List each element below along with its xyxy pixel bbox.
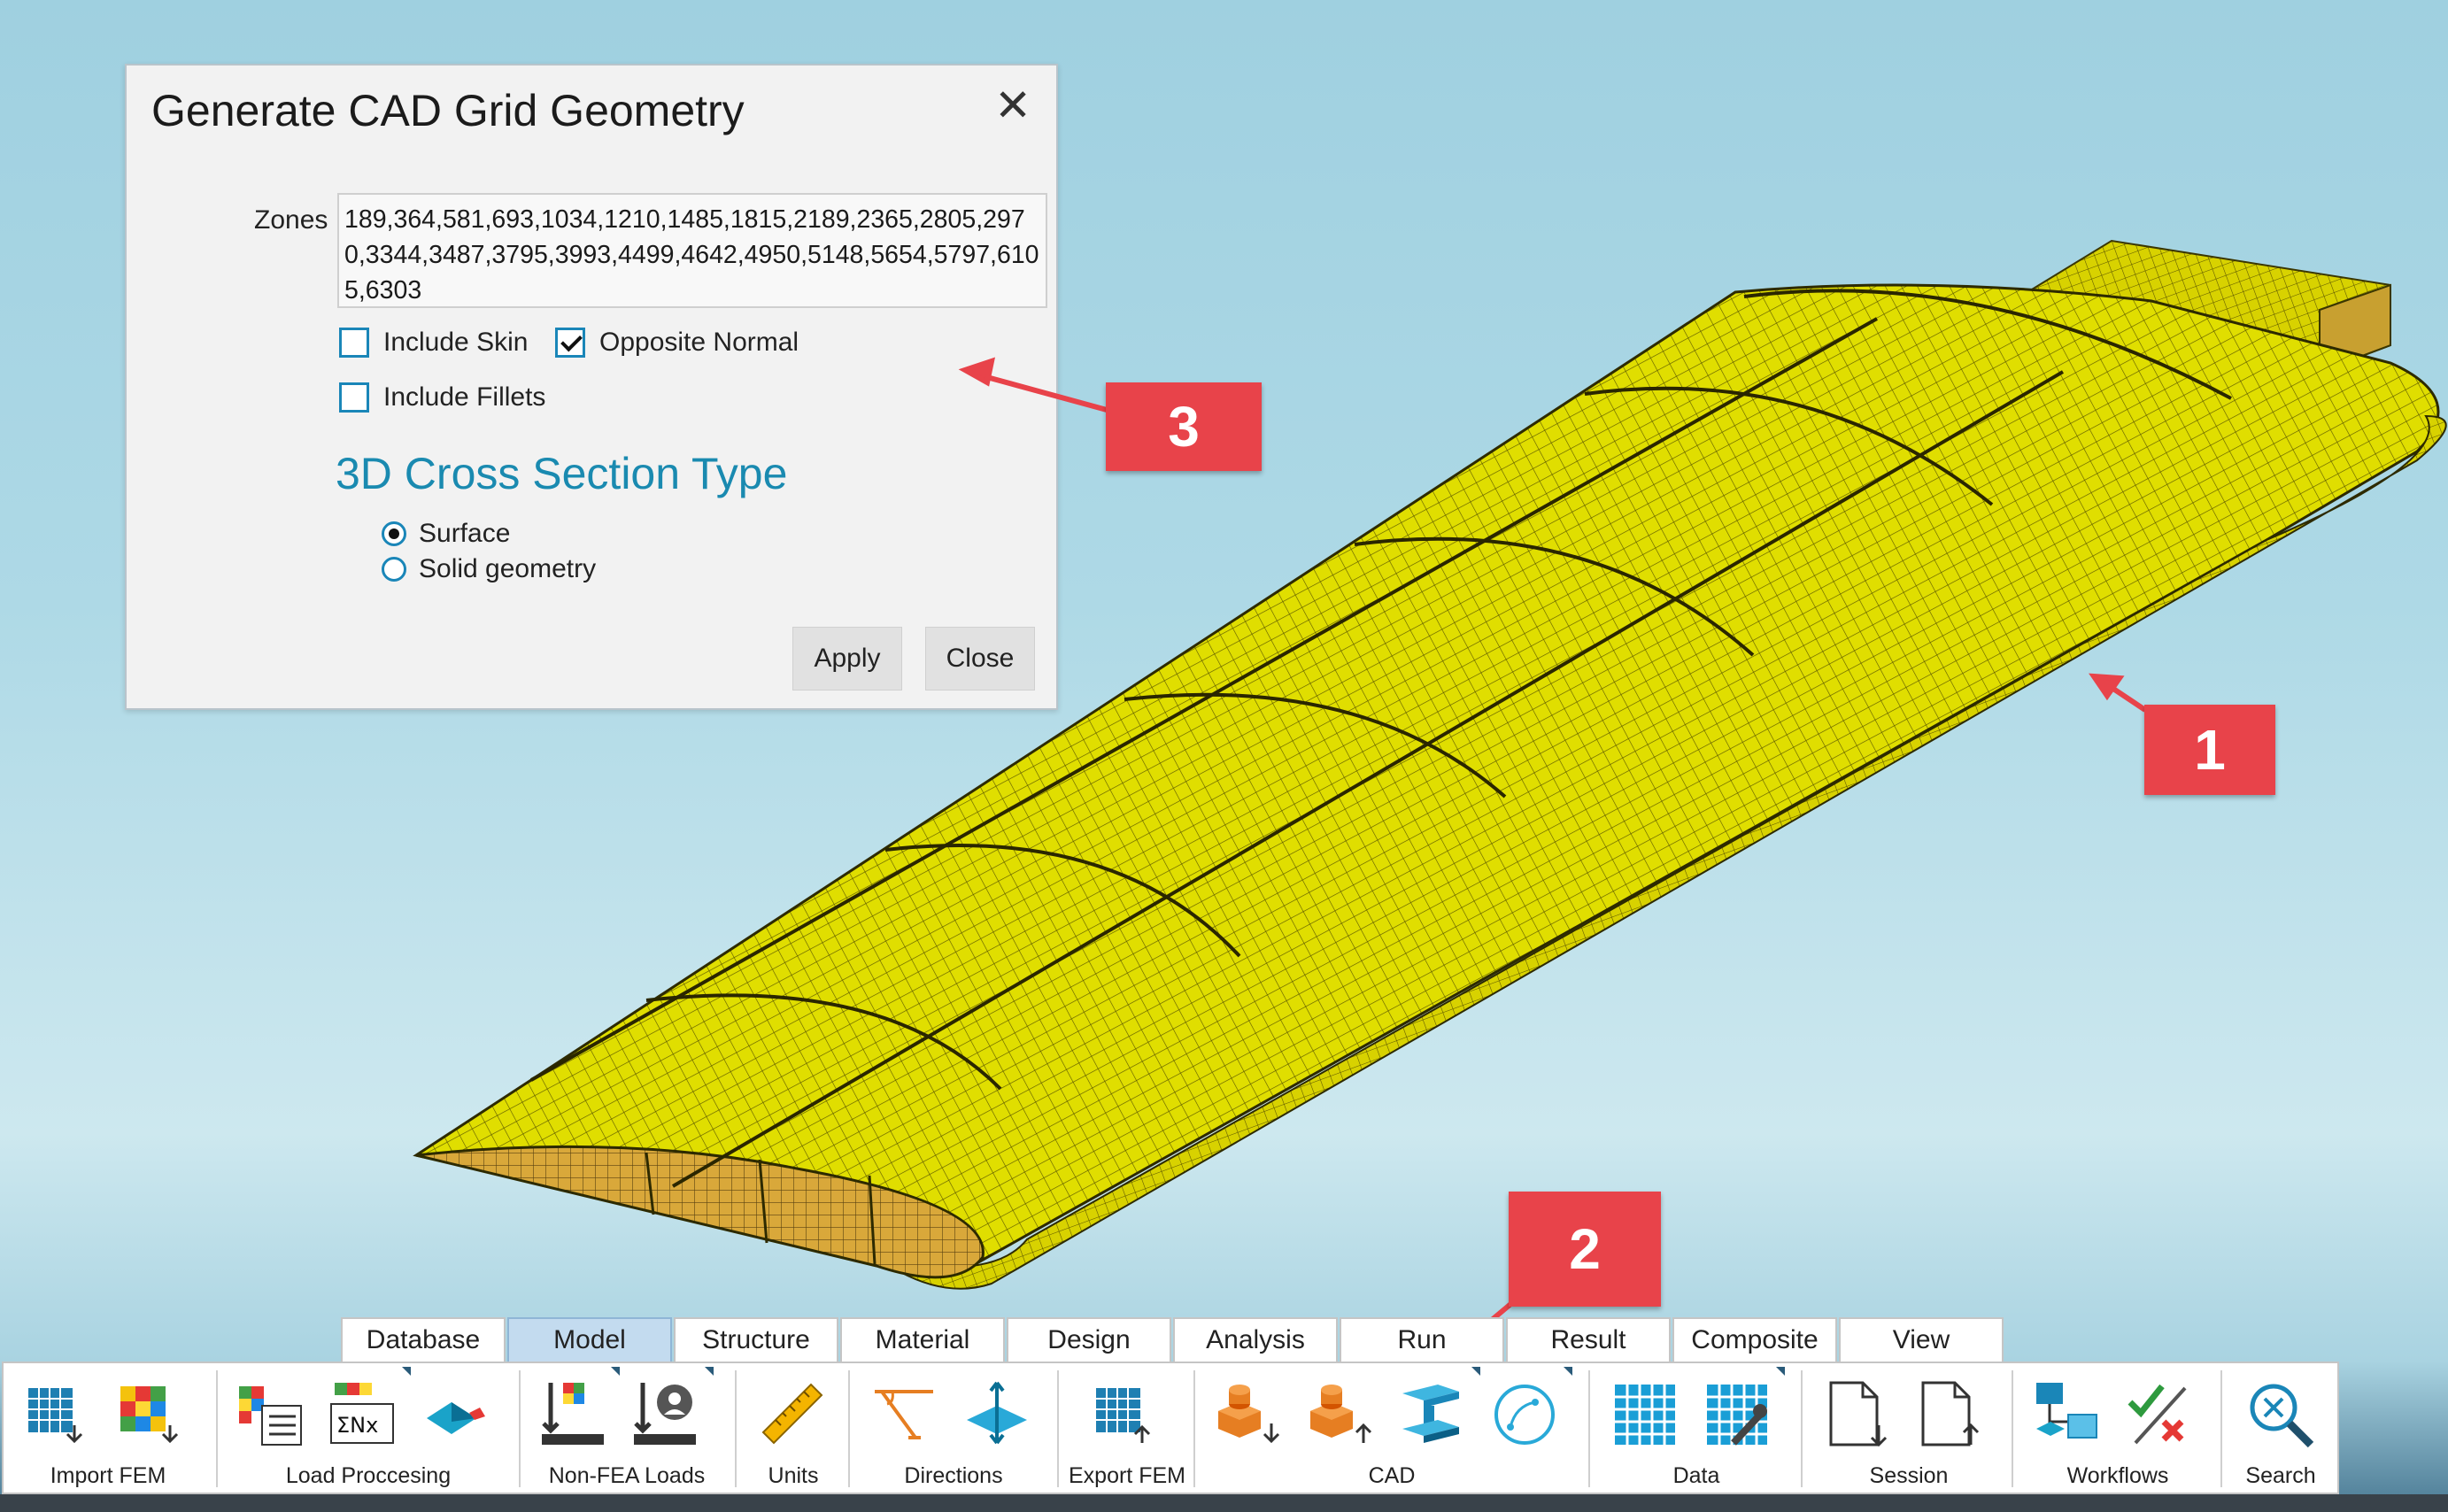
tab-view[interactable]: View [1839, 1317, 2004, 1362]
user-load-icon[interactable] [630, 1379, 701, 1450]
ruler-icon[interactable] [758, 1379, 829, 1450]
group-search: Search [2224, 1363, 2337, 1493]
group-import-fem: Import FEM [4, 1363, 212, 1493]
tab-analysis[interactable]: Analysis [1173, 1317, 1338, 1362]
dropdown-corner [705, 1367, 714, 1376]
separator [735, 1370, 737, 1487]
import-contour-icon[interactable] [115, 1379, 186, 1450]
session-save-icon[interactable] [1914, 1379, 1985, 1450]
group-label-workflows: Workflows [2066, 1463, 2169, 1488]
data-grid-icon[interactable] [1610, 1379, 1680, 1450]
group-directions: Directions [852, 1363, 1055, 1493]
group-label-session: Session [1869, 1463, 1949, 1488]
tab-material[interactable]: Material [840, 1317, 1005, 1362]
dropdown-corner [1564, 1367, 1572, 1376]
dropdown-corner [1776, 1367, 1785, 1376]
group-label-load-processing: Load Proccesing [285, 1463, 452, 1488]
search-icon[interactable] [2245, 1379, 2316, 1450]
group-non-fea-loads: Non-FEA Loads [522, 1363, 731, 1493]
group-workflows: Workflows [2015, 1363, 2220, 1493]
curve-icon[interactable] [1489, 1379, 1560, 1450]
check-cross-icon[interactable] [2123, 1379, 2194, 1450]
load-table-icon[interactable] [236, 1379, 306, 1450]
group-label-units: Units [768, 1463, 819, 1488]
tab-design[interactable]: Design [1007, 1317, 1171, 1362]
group-data: Data [1592, 1363, 1801, 1493]
tab-model[interactable]: Model [507, 1317, 672, 1362]
cad-export-icon[interactable] [1305, 1379, 1376, 1450]
non-fea-loads-icon[interactable] [538, 1379, 609, 1450]
callout-arrows [958, 357, 2147, 1360]
separator [216, 1370, 218, 1487]
ribbon-panel: Import FEM ΣNx Load Proccesing Non-FEA L… [2, 1362, 2339, 1494]
dropdown-corner [611, 1367, 620, 1376]
separator [519, 1370, 521, 1487]
ribbon-tabs: Database Model Structure Material Design… [341, 1317, 2005, 1363]
group-label-cad: CAD [1368, 1463, 1416, 1488]
group-label-directions: Directions [904, 1463, 1003, 1488]
sum-nx-icon[interactable]: ΣNx [328, 1379, 398, 1450]
group-label-export-fem: Export FEM [1069, 1463, 1185, 1488]
group-label-non-fea-loads: Non-FEA Loads [548, 1463, 706, 1488]
data-tools-icon[interactable] [1702, 1379, 1772, 1450]
session-open-icon[interactable] [1822, 1379, 1893, 1450]
group-cad: CAD [1197, 1363, 1587, 1493]
group-label-data: Data [1672, 1463, 1720, 1488]
separator [1588, 1370, 1590, 1487]
separator [2012, 1370, 2013, 1487]
separator [1193, 1370, 1195, 1487]
callout-2: 2 [1509, 1192, 1661, 1307]
group-export-fem: Export FEM [1061, 1363, 1193, 1493]
tab-database[interactable]: Database [341, 1317, 506, 1362]
separator [2220, 1370, 2222, 1487]
separator [1057, 1370, 1059, 1487]
direction-angle-icon[interactable] [869, 1379, 940, 1450]
callout-1: 1 [2144, 705, 2275, 795]
separator [848, 1370, 850, 1487]
status-strip [0, 1494, 2448, 1512]
group-label-search: Search [2245, 1463, 2316, 1488]
group-label-import-fem: Import FEM [50, 1463, 166, 1488]
dropdown-corner [1471, 1367, 1480, 1376]
tab-run[interactable]: Run [1340, 1317, 1504, 1362]
svg-text:ΣNx: ΣNx [336, 1413, 378, 1438]
dropdown-corner [402, 1367, 411, 1376]
tab-result[interactable]: Result [1506, 1317, 1671, 1362]
separator [1801, 1370, 1803, 1487]
callout-3: 3 [1106, 382, 1262, 471]
tab-composite[interactable]: Composite [1672, 1317, 1837, 1362]
group-session: Session [1804, 1363, 2013, 1493]
axes-icon[interactable] [961, 1379, 1032, 1450]
import-mesh-icon[interactable] [23, 1379, 94, 1450]
cad-import-icon[interactable] [1213, 1379, 1284, 1450]
workflow-icon[interactable] [2031, 1379, 2102, 1450]
load-diamond-icon[interactable] [420, 1379, 490, 1450]
group-load-processing: ΣNx Load Proccesing [220, 1363, 517, 1493]
group-units: Units [738, 1363, 848, 1493]
export-mesh-icon[interactable] [1091, 1379, 1162, 1450]
i-beam-icon[interactable] [1397, 1379, 1468, 1450]
tab-structure[interactable]: Structure [674, 1317, 838, 1362]
